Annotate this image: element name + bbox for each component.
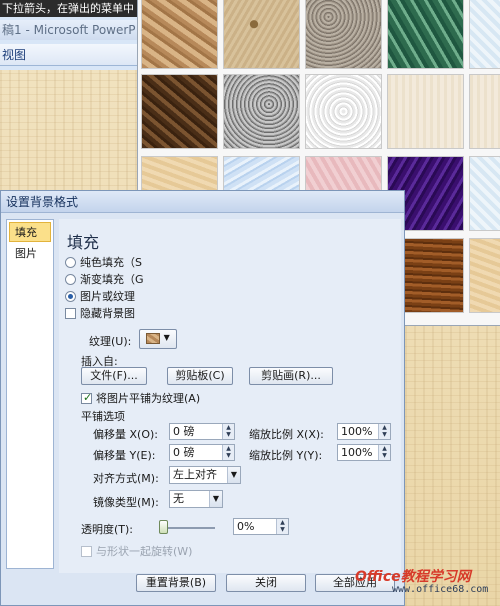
file-button[interactable]: 文件(F)... — [81, 367, 147, 385]
texture-swatch[interactable] — [141, 74, 218, 149]
clipboard-button[interactable]: 剪贴板(C) — [167, 367, 233, 385]
field-value: 100% — [341, 446, 373, 459]
checkbox-label: 隐藏背景图 — [80, 307, 135, 320]
scale-y-field[interactable]: 100% ▲ ▼ — [337, 444, 391, 461]
offset-x-field[interactable]: 0 磅 ▲ ▼ — [169, 423, 235, 440]
reset-background-button[interactable]: 重置背景(B) — [136, 574, 216, 592]
spinner-icon[interactable]: ▲ ▼ — [378, 424, 390, 439]
chevron-down-icon: ▼ — [163, 333, 170, 342]
nav-item-picture[interactable]: 图片 — [7, 244, 53, 264]
checkbox-label: 将图片平铺为纹理(A) — [96, 392, 201, 405]
tile-as-texture-checkbox[interactable] — [81, 391, 92, 404]
rotate-with-shape-row[interactable]: 与形状一起旋转(W) — [81, 544, 192, 558]
radio-button[interactable] — [65, 290, 76, 302]
texture-swatch[interactable] — [469, 156, 500, 231]
mirror-type-label: 镜像类型(M): — [93, 496, 159, 509]
texture-swatch[interactable] — [387, 74, 464, 149]
app-title: 稿1 - Microsoft PowerP — [0, 20, 140, 40]
spinner-icon[interactable]: ▲ ▼ — [378, 445, 390, 460]
combo-value: 无 — [173, 492, 184, 505]
texture-swatch[interactable] — [223, 74, 300, 149]
dialog-footer: 重置背景(B) 关闭 全部应用 — [1, 573, 404, 605]
clipart-button[interactable]: 剪贴画(R)... — [249, 367, 333, 385]
scale-x-label: 缩放比例 X(X): — [249, 428, 324, 441]
texture-swatch[interactable] — [305, 74, 382, 149]
texture-thumbnail-icon — [146, 333, 161, 344]
radio-picture-texture-fill[interactable]: 图片或纹理 — [65, 289, 135, 303]
site-watermark-brand: Office教程学习网 — [355, 569, 471, 585]
texture-label: 纹理(U): — [89, 335, 132, 348]
texture-swatch[interactable] — [141, 0, 218, 69]
texture-swatch[interactable] — [305, 0, 382, 69]
tile-as-texture-row[interactable]: 将图片平铺为纹理(A) — [81, 391, 200, 405]
texture-swatch[interactable] — [387, 0, 464, 69]
transparency-slider-thumb[interactable] — [159, 520, 168, 534]
radio-label: 纯色填充（S — [80, 256, 142, 269]
spinner-icon[interactable]: ▲ ▼ — [276, 519, 288, 534]
radio-button[interactable] — [65, 256, 76, 268]
close-button[interactable]: 关闭 — [226, 574, 306, 592]
radio-button[interactable] — [65, 273, 76, 285]
texture-swatch[interactable] — [469, 74, 500, 149]
radio-label: 渐变填充（G — [80, 273, 144, 286]
scale-y-label: 缩放比例 Y(Y): — [249, 449, 323, 462]
field-value: 100% — [341, 425, 373, 438]
alignment-label: 对齐方式(M): — [93, 472, 159, 485]
rotate-with-shape-checkbox[interactable] — [81, 545, 92, 557]
texture-swatch[interactable] — [223, 0, 300, 69]
alignment-combo[interactable]: 左上对齐 ▼ — [169, 466, 241, 484]
section-title: 填充 — [67, 233, 100, 252]
radio-solid-fill[interactable]: 纯色填充（S — [65, 255, 142, 269]
dialog-nav: 填充 图片 — [6, 219, 54, 569]
field-value: 0 磅 — [173, 425, 195, 438]
checkbox-label: 与形状一起旋转(W) — [96, 545, 193, 558]
chevron-down-icon[interactable]: ▼ — [209, 491, 222, 507]
offset-y-label: 偏移量 Y(E): — [93, 449, 156, 462]
scale-x-field[interactable]: 100% ▲ ▼ — [337, 423, 391, 440]
mirror-type-combo[interactable]: 无 ▼ — [169, 490, 223, 508]
transparency-field[interactable]: 0% ▲ ▼ — [233, 518, 289, 535]
hide-background-checkbox-row[interactable]: 隐藏背景图 — [65, 306, 135, 320]
hide-background-checkbox[interactable] — [65, 307, 76, 319]
field-value: 0% — [237, 520, 255, 533]
texture-swatch[interactable] — [469, 0, 500, 69]
combo-value: 左上对齐 — [173, 468, 217, 481]
transparency-label: 透明度(T): — [81, 523, 134, 536]
nav-item-fill[interactable]: 填充 — [9, 222, 51, 242]
radio-gradient-fill[interactable]: 渐变填充（G — [65, 272, 144, 286]
offset-y-field[interactable]: 0 磅 ▲ ▼ — [169, 444, 235, 461]
texture-picker-button[interactable]: ▼ — [139, 329, 177, 349]
ribbon-tab-view[interactable]: 视图 — [0, 44, 140, 66]
field-value: 0 磅 — [173, 446, 195, 459]
site-watermark-url: www.office68.com — [392, 584, 489, 595]
texture-swatch[interactable] — [469, 238, 500, 313]
spinner-icon[interactable]: ▲ ▼ — [222, 445, 234, 460]
dialog-title: 设置背景格式 — [1, 191, 404, 213]
tutorial-hint-text: 下拉箭头，在弹出的菜单中 — [0, 0, 140, 17]
dialog-main-panel: 填充 纯色填充（S 渐变填充（G 图片或纹理 隐藏背景图 纹理(U): ▼ 插入… — [59, 219, 401, 574]
chevron-down-icon[interactable]: ▼ — [227, 467, 240, 483]
radio-label: 图片或纹理 — [80, 290, 135, 303]
spinner-icon[interactable]: ▲ ▼ — [222, 424, 234, 439]
format-background-dialog: 设置背景格式 填充 图片 填充 纯色填充（S 渐变填充（G 图片或纹理 隐藏背景… — [0, 190, 405, 606]
offset-x-label: 偏移量 X(O): — [93, 428, 158, 441]
tile-options-title: 平铺选项 — [81, 410, 125, 423]
